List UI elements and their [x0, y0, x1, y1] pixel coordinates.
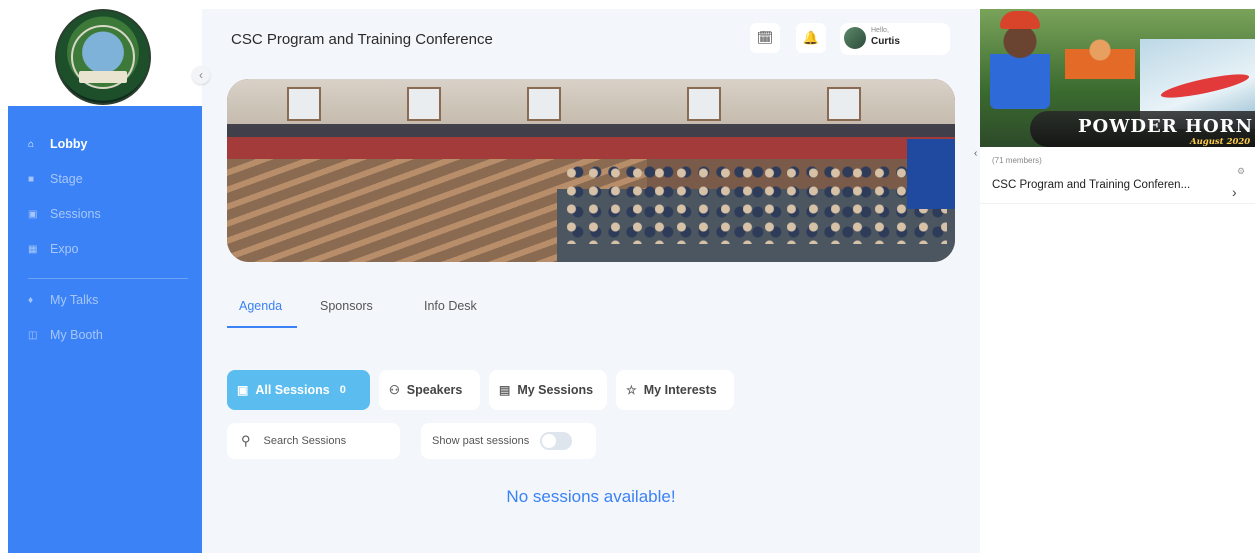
- tab-agenda[interactable]: Agenda: [239, 299, 282, 313]
- logo-area: [0, 0, 202, 106]
- member-count: (71 members): [992, 156, 1042, 165]
- panel-divider: [980, 203, 1255, 204]
- star-icon: ☆: [626, 383, 637, 397]
- banner-window: [527, 87, 561, 121]
- sidebar-item-label: Sessions: [50, 207, 101, 221]
- sidebar-item-expo[interactable]: ▦ Expo: [8, 234, 202, 264]
- banner-window: [687, 87, 721, 121]
- sidebar-item-label: Stage: [50, 172, 83, 186]
- session-count-badge: 0: [339, 384, 346, 396]
- filter-label: Speakers: [406, 383, 463, 397]
- chevron-right-icon[interactable]: ›: [1232, 184, 1237, 200]
- sidebar-item-lobby[interactable]: ⌂ Lobby: [8, 129, 202, 159]
- all-sessions-button[interactable]: ▣ All Sessions 0: [227, 370, 370, 410]
- grid-icon: ▦: [28, 243, 38, 255]
- tab-sponsors[interactable]: Sponsors: [320, 299, 373, 313]
- sidebar-item-label: Lobby: [50, 137, 88, 151]
- lobby-banner-image: [227, 79, 955, 262]
- search-input[interactable]: [263, 435, 384, 447]
- sidebar-item-label: My Talks: [50, 293, 99, 307]
- sidebar-collapse-button[interactable]: ‹: [192, 66, 210, 84]
- booth-icon: ◫: [28, 329, 38, 341]
- panel-collapse-icon[interactable]: ‹: [974, 148, 986, 162]
- greeting: Hello,: [871, 27, 889, 34]
- user-name: Curtis: [871, 36, 900, 47]
- banner-balcony: [227, 137, 955, 159]
- banner-window: [287, 87, 321, 121]
- sidebar: ‹ ⌂ Lobby ■ Stage ▣ Sessions ▦ Expo ♦ My…: [0, 0, 210, 553]
- adventure-logo-icon[interactable]: [55, 9, 151, 105]
- banner-crowd: [567, 164, 947, 244]
- calendar-icon: 🗓: [756, 30, 774, 45]
- logo-ribbon: [79, 71, 127, 83]
- page-title: CSC Program and Training Conference: [231, 31, 493, 48]
- conference-name[interactable]: CSC Program and Training Conferen...: [992, 179, 1190, 191]
- filter-label: My Interests: [643, 383, 717, 397]
- sidebar-item-sessions[interactable]: ▣ Sessions: [8, 199, 202, 229]
- document-icon: ▤: [499, 383, 511, 397]
- main-content: CSC Program and Training Conference 🗓 🔔 …: [202, 9, 980, 553]
- community-panel: POWDER HORN August 2020 ‹ (71 members) ⚙…: [974, 0, 1255, 553]
- banner-window: [407, 87, 441, 121]
- speakers-button[interactable]: ⚇ Speakers: [379, 370, 480, 410]
- user-menu[interactable]: Hello, Curtis: [840, 23, 950, 55]
- my-interests-button[interactable]: ☆ My Interests: [616, 370, 734, 410]
- toggle-knob: [542, 434, 557, 448]
- promo-climber: [990, 19, 1050, 109]
- sidebar-item-stage[interactable]: ■ Stage: [8, 164, 202, 194]
- calendar-button[interactable]: 🗓: [750, 23, 780, 53]
- sidebar-item-my-talks[interactable]: ♦ My Talks: [8, 285, 202, 315]
- empty-state-message: No sessions available!: [506, 487, 676, 506]
- avatar: [844, 27, 866, 49]
- nav-divider: [28, 278, 188, 279]
- promo-title: POWDER HORN: [1078, 116, 1254, 137]
- calendar-icon: ▣: [237, 383, 249, 397]
- filter-label: My Sessions: [517, 383, 594, 397]
- video-icon: ■: [28, 173, 35, 185]
- notifications-button[interactable]: 🔔: [796, 23, 826, 53]
- search-box: ⚲: [227, 423, 400, 459]
- promo-cyclist: [1065, 29, 1135, 99]
- my-sessions-button[interactable]: ▤ My Sessions: [489, 370, 607, 410]
- filter-label: All Sessions: [255, 383, 330, 397]
- promo-helmet: [1000, 11, 1040, 29]
- past-sessions-toggle[interactable]: [540, 432, 573, 450]
- tab-info-desk[interactable]: Info Desk: [424, 299, 477, 313]
- past-sessions-filter: Show past sessions: [421, 423, 596, 459]
- mic-icon: ♦: [28, 294, 34, 306]
- active-tab-indicator: [227, 326, 297, 328]
- home-icon: ⌂: [28, 138, 35, 150]
- search-icon: ⚲: [241, 433, 251, 448]
- people-icon: ⚇: [389, 383, 400, 397]
- sidebar-item-label: My Booth: [50, 328, 103, 342]
- app-root: ‹ ⌂ Lobby ■ Stage ▣ Sessions ▦ Expo ♦ My…: [0, 0, 1255, 553]
- sidebar-item-my-booth[interactable]: ◫ My Booth: [8, 320, 202, 350]
- calendar-icon: ▣: [28, 208, 38, 220]
- banner-curtain: [907, 139, 955, 209]
- sidebar-item-label: Expo: [50, 242, 79, 256]
- past-sessions-label: Show past sessions: [432, 435, 530, 447]
- gear-icon[interactable]: ⚙: [1237, 166, 1245, 177]
- promo-subtitle: August 2020: [1190, 137, 1251, 147]
- bell-icon: 🔔: [802, 30, 820, 45]
- powder-horn-promo-image[interactable]: POWDER HORN August 2020: [980, 9, 1255, 147]
- banner-window: [827, 87, 861, 121]
- sidebar-nav: ⌂ Lobby ■ Stage ▣ Sessions ▦ Expo ♦ My T…: [8, 106, 202, 553]
